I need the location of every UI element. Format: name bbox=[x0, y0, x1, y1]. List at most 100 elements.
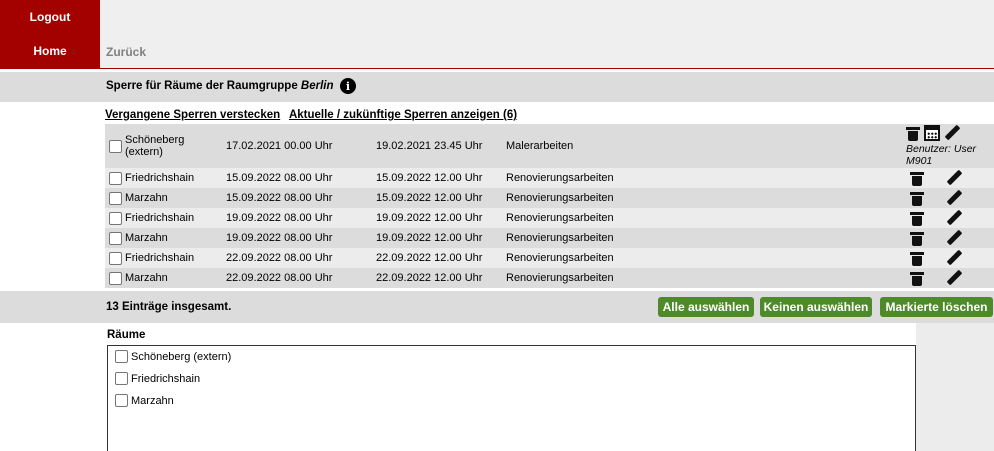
trash-icon[interactable] bbox=[910, 191, 924, 206]
rooms-label: Räume bbox=[107, 329, 146, 341]
pencil-icon[interactable] bbox=[946, 210, 962, 226]
actions-cell bbox=[906, 188, 994, 208]
row-checkbox-cell bbox=[105, 268, 125, 288]
row-checkbox-cell bbox=[105, 208, 125, 228]
from-cell: 15.09.2022 08.00 Uhr bbox=[226, 188, 376, 208]
page-title-prefix: Sperre für Räume der Raumgruppe bbox=[106, 80, 301, 92]
row-checkbox[interactable] bbox=[109, 251, 122, 265]
room-name: Schöneberg bbox=[125, 134, 185, 146]
filter-links: Vergangene Sperren verstecken Aktuelle /… bbox=[105, 109, 523, 121]
left-spacer-title bbox=[0, 72, 100, 102]
logout-button[interactable]: Logout bbox=[0, 0, 100, 34]
back-link[interactable]: Zurück bbox=[106, 45, 146, 59]
row-checkbox[interactable] bbox=[109, 191, 122, 205]
info-icon[interactable]: i bbox=[340, 78, 356, 94]
room-cell: Marzahn bbox=[125, 268, 226, 288]
rooms-side-panel bbox=[916, 323, 994, 451]
reason-cell: Renovierungsarbeiten bbox=[506, 268, 906, 288]
to-cell: 19.09.2022 12.00 Uhr bbox=[376, 228, 506, 248]
room-group-name: Berlin bbox=[300, 80, 334, 92]
trash-icon[interactable] bbox=[910, 211, 924, 226]
hide-past-link[interactable]: Vergangene Sperren verstecken bbox=[105, 109, 280, 121]
row-checkbox[interactable] bbox=[109, 231, 122, 245]
pencil-icon[interactable] bbox=[946, 270, 962, 286]
table-row: Friedrichshain 15.09.2022 08.00 Uhr 15.0… bbox=[105, 168, 994, 188]
calendar-icon[interactable] bbox=[924, 125, 940, 141]
room-cell: Friedrichshain bbox=[125, 168, 226, 188]
delete-marked-button[interactable]: Markierte löschen bbox=[880, 297, 993, 317]
reason-cell: Renovierungsarbeiten bbox=[506, 228, 906, 248]
left-spacer-footer bbox=[0, 291, 100, 323]
room-cell: Marzahn bbox=[125, 188, 226, 208]
table-row: Marzahn 15.09.2022 08.00 Uhr 15.09.2022 … bbox=[105, 188, 994, 208]
to-cell: 22.09.2022 12.00 Uhr bbox=[376, 248, 506, 268]
room-option[interactable]: Friedrichshain bbox=[115, 372, 200, 385]
actions-cell bbox=[906, 228, 994, 248]
to-cell: 19.09.2022 12.00 Uhr bbox=[376, 208, 506, 228]
reason-cell: Renovierungsarbeiten bbox=[506, 208, 906, 228]
room-option[interactable]: Schöneberg (extern) bbox=[115, 350, 231, 363]
room-checkbox[interactable] bbox=[115, 350, 128, 363]
room-checkbox[interactable] bbox=[115, 372, 128, 385]
actions-cell bbox=[906, 248, 994, 268]
row-checkbox[interactable] bbox=[109, 211, 122, 225]
reason-cell: Renovierungsarbeiten bbox=[506, 248, 906, 268]
to-cell: 19.02.2021 23.45 Uhr bbox=[376, 124, 506, 168]
select-none-button[interactable]: Keinen auswählen bbox=[760, 297, 872, 317]
table-row: Schöneberg (extern) 17.02.2021 00.00 Uhr … bbox=[105, 124, 994, 168]
actions-cell bbox=[906, 168, 994, 188]
back-bar: Zurück bbox=[100, 34, 994, 69]
pencil-icon[interactable] bbox=[946, 250, 962, 266]
page-title-bar: Sperre für Räume der Raumgruppe Berlin i bbox=[100, 72, 994, 102]
from-cell: 17.02.2021 00.00 Uhr bbox=[226, 124, 376, 168]
room-option[interactable]: Marzahn bbox=[115, 394, 174, 407]
actions-cell: Benutzer: User M901 bbox=[906, 124, 994, 168]
row-checkbox[interactable] bbox=[109, 139, 122, 153]
actions-cell bbox=[906, 268, 994, 288]
trash-icon[interactable] bbox=[910, 171, 924, 186]
row-checkbox-cell bbox=[105, 228, 125, 248]
table-row: Marzahn 22.09.2022 08.00 Uhr 22.09.2022 … bbox=[105, 268, 994, 288]
pencil-icon[interactable] bbox=[946, 230, 962, 246]
room-name-suffix: (extern) bbox=[125, 146, 163, 158]
actions-cell bbox=[906, 208, 994, 228]
room-option-label: Marzahn bbox=[131, 394, 174, 407]
row-checkbox-cell bbox=[105, 168, 125, 188]
pencil-icon[interactable] bbox=[946, 190, 962, 206]
from-cell: 22.09.2022 08.00 Uhr bbox=[226, 248, 376, 268]
from-cell: 22.09.2022 08.00 Uhr bbox=[226, 268, 376, 288]
select-all-button[interactable]: Alle auswählen bbox=[658, 297, 754, 317]
to-cell: 15.09.2022 12.00 Uhr bbox=[376, 168, 506, 188]
reason-cell: Renovierungsarbeiten bbox=[506, 188, 906, 208]
to-cell: 22.09.2022 12.00 Uhr bbox=[376, 268, 506, 288]
from-cell: 19.09.2022 08.00 Uhr bbox=[226, 228, 376, 248]
pencil-icon[interactable] bbox=[944, 125, 960, 141]
row-checkbox[interactable] bbox=[109, 271, 122, 285]
rooms-list: Schöneberg (extern) Friedrichshain Marza… bbox=[107, 345, 916, 451]
room-cell: Friedrichshain bbox=[125, 208, 226, 228]
trash-icon[interactable] bbox=[910, 231, 924, 246]
locks-table: Schöneberg (extern) 17.02.2021 00.00 Uhr … bbox=[105, 124, 994, 288]
table-row: Marzahn 19.09.2022 08.00 Uhr 19.09.2022 … bbox=[105, 228, 994, 248]
home-button[interactable]: Home bbox=[0, 34, 100, 69]
reason-cell: Renovierungsarbeiten bbox=[506, 168, 906, 188]
reason-cell: Malerarbeiten bbox=[506, 124, 906, 168]
room-checkbox[interactable] bbox=[115, 394, 128, 407]
from-cell: 19.09.2022 08.00 Uhr bbox=[226, 208, 376, 228]
user-note: Benutzer: User M901 bbox=[906, 143, 977, 167]
trash-icon[interactable] bbox=[906, 126, 920, 141]
trash-icon[interactable] bbox=[910, 271, 924, 286]
room-cell: Friedrichshain bbox=[125, 248, 226, 268]
pencil-icon[interactable] bbox=[946, 170, 962, 186]
show-current-link[interactable]: Aktuelle / zukünftige Sperren anzeigen (… bbox=[289, 109, 517, 121]
room-cell: Schöneberg (extern) bbox=[125, 124, 226, 168]
top-bar bbox=[100, 0, 994, 34]
room-option-label: Friedrichshain bbox=[131, 372, 201, 385]
to-cell: 15.09.2022 12.00 Uhr bbox=[376, 188, 506, 208]
total-count: 13 Einträge insgesamt. bbox=[106, 301, 232, 313]
trash-icon[interactable] bbox=[910, 251, 924, 266]
row-checkbox[interactable] bbox=[109, 171, 122, 185]
page-title: Sperre für Räume der Raumgruppe Berlin bbox=[106, 80, 334, 92]
row-checkbox-cell bbox=[105, 124, 125, 168]
row-checkbox-cell bbox=[105, 248, 125, 268]
